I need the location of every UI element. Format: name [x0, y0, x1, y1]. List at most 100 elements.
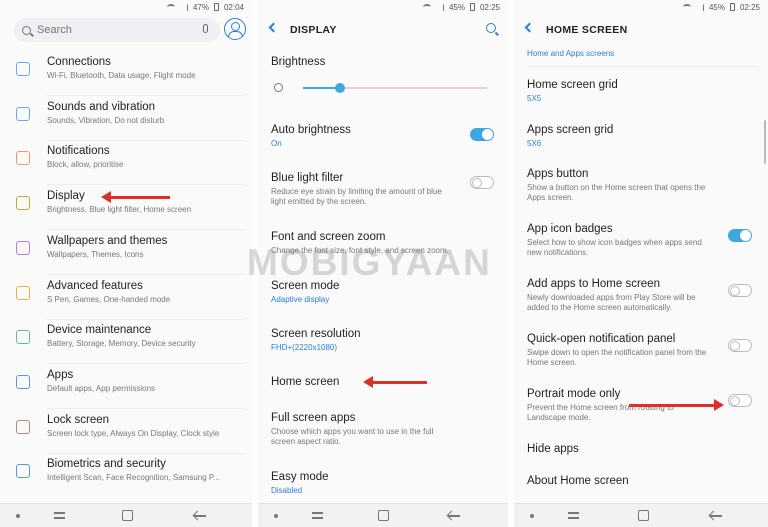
navigation-bar: [514, 503, 768, 527]
navigation-bar: [0, 503, 252, 527]
display-item-screen-mode[interactable]: Screen mode Adaptive display: [258, 280, 508, 320]
home-screen-item-title: Home screen grid: [527, 79, 618, 91]
recent-apps-icon[interactable]: [568, 511, 579, 520]
settings-item-sounds-and-vibration[interactable]: Sounds and vibration Sounds, Vibration, D…: [0, 97, 252, 141]
back-icon[interactable]: [194, 510, 206, 522]
back-arrow-icon[interactable]: [524, 22, 535, 33]
status-bar: 47% 02:04: [0, 0, 252, 14]
home-screen-item-subtitle: Select how to show icon badges when apps…: [527, 238, 702, 257]
display-icon: [16, 196, 30, 211]
home-icon[interactable]: [378, 510, 389, 521]
battery-percent: 45%: [708, 2, 725, 12]
settings-item-device-maintenance[interactable]: Device maintenance Battery, Storage, Memo…: [0, 320, 252, 365]
display-header: DISPLAY: [258, 20, 508, 40]
wifi-icon: [166, 4, 175, 10]
home-screen-item-switch[interactable]: [728, 394, 752, 407]
display-item-title: Home screen: [271, 376, 340, 388]
home-icon[interactable]: [638, 510, 649, 521]
clock: 02:25: [739, 2, 760, 12]
recent-apps-icon[interactable]: [312, 511, 323, 520]
battery-percent: 47%: [192, 2, 209, 12]
home-screen-item-app-icon-badges[interactable]: App icon badges Select how to show icon b…: [514, 223, 768, 263]
settings-item-subtitle: Block, allow, prioritise: [47, 160, 124, 170]
display-item-subtitle: Adaptive display: [271, 295, 330, 304]
back-icon[interactable]: [448, 510, 460, 522]
search-input[interactable]: [37, 24, 177, 36]
gear-plus-icon: [16, 285, 30, 300]
home-screen-item-apps-screen-grid[interactable]: Apps screen grid 5X6: [514, 124, 768, 164]
home-screen-item-switch[interactable]: [728, 284, 752, 297]
home-screen-item-title: Apps screen grid: [527, 124, 614, 136]
account-avatar-icon[interactable]: [224, 18, 246, 40]
settings-item-title: Biometrics and security: [47, 458, 166, 471]
home-screen-item-quick-open-notification-panel[interactable]: Quick-open notification panel Swipe down …: [514, 333, 768, 373]
recent-apps-icon[interactable]: [54, 511, 65, 520]
home-screen-item-home-screen-grid[interactable]: Home screen grid 5X5: [514, 79, 768, 119]
settings-item-title: Notifications: [47, 145, 110, 158]
nav-dot-icon[interactable]: [16, 514, 20, 518]
display-item-blue-light-filter[interactable]: Blue light filter Reduce eye strain by li…: [258, 172, 508, 212]
settings-panel: 47% 02:04 Connections Wi-Fi, Bluetooth, D…: [0, 0, 252, 527]
brightness-slider-handle[interactable]: [334, 83, 345, 93]
status-bar: 45% 02:25: [258, 0, 508, 14]
settings-item-subtitle: Wallpapers, Themes, Icons: [47, 249, 144, 259]
settings-item-apps[interactable]: Apps Default apps, App permissions: [0, 365, 252, 409]
home-screen-item-switch[interactable]: [728, 339, 752, 352]
sound-icon: [16, 106, 30, 121]
brightness-slider[interactable]: [303, 83, 487, 93]
home-screen-item-switch[interactable]: [728, 229, 752, 242]
clock: 02:25: [479, 2, 500, 12]
battery-percent: 45%: [448, 2, 465, 12]
home-screen-item-portrait-mode-only[interactable]: Portrait mode only Prevent the Home scree…: [514, 388, 768, 428]
settings-search-bar[interactable]: [14, 18, 220, 42]
battery-icon: [213, 3, 219, 11]
settings-item-title: Wallpapers and themes: [47, 234, 168, 247]
settings-item-biometrics-and-security[interactable]: Biometrics and security Intelligent Scan,…: [0, 454, 252, 498]
display-item-title: Auto brightness: [271, 124, 351, 136]
display-item-auto-brightness[interactable]: Auto brightness On: [258, 124, 508, 164]
microphone-icon[interactable]: [203, 24, 208, 33]
display-item-subtitle: Reduce eye strain by limiting the amount…: [271, 187, 442, 206]
apps-grid-icon: [16, 374, 30, 389]
battery-icon: [469, 3, 475, 11]
navigation-bar: [258, 503, 508, 527]
back-icon[interactable]: [710, 510, 722, 522]
back-arrow-icon[interactable]: [268, 22, 279, 33]
signal-icon: [436, 3, 444, 11]
home-icon[interactable]: [122, 510, 133, 521]
display-item-full-screen-apps[interactable]: Full screen apps Choose which apps you wa…: [258, 412, 508, 452]
brightness-slider-row: [271, 80, 495, 96]
home-screen-item-title: Apps button: [527, 168, 589, 180]
settings-item-lock-screen[interactable]: Lock screen Screen lock type, Always On D…: [0, 410, 252, 454]
settings-item-subtitle: Screen lock type, Always On Display, Clo…: [47, 428, 220, 438]
home-screen-item-subtitle: Show a button on the Home screen that op…: [527, 183, 706, 202]
settings-item-advanced-features[interactable]: Advanced features S Pen, Games, One-hande…: [0, 276, 252, 320]
settings-item-title: Connections: [47, 56, 111, 68]
settings-item-wallpapers-and-themes[interactable]: Wallpapers and themes Wallpapers, Themes,…: [0, 231, 252, 275]
home-screen-item-subtitle: 5X6: [527, 139, 542, 148]
settings-item-connections[interactable]: Connections Wi-Fi, Bluetooth, Data usage,…: [0, 52, 252, 96]
home-screen-layout-value: Home and Apps screens: [527, 49, 615, 58]
annotation-arrow-home-screen: [363, 376, 427, 388]
settings-item-display[interactable]: Display Brightness, Blue light filter, Ho…: [0, 186, 252, 231]
display-item-title: Easy mode: [271, 471, 329, 483]
home-screen-panel: 45% 02:25 HOME SCREEN Home and Apps scre…: [514, 0, 768, 527]
home-screen-item-title: Quick-open notification panel: [527, 333, 676, 345]
signal-icon: [180, 3, 188, 11]
lock-icon: [16, 419, 30, 434]
brightness-sun-icon: [274, 83, 283, 92]
display-item-switch[interactable]: [470, 128, 494, 141]
search-icon[interactable]: [486, 23, 496, 33]
home-screen-item-add-apps-to-home-screen[interactable]: Add apps to Home screen Newly downloaded …: [514, 278, 768, 318]
brightness-label: Brightness: [271, 56, 326, 68]
home-screen-item-title: App icon badges: [527, 223, 613, 235]
settings-item-notifications[interactable]: Notifications Block, allow, prioritise: [0, 141, 252, 186]
display-item-screen-resolution[interactable]: Screen resolution FHD+(2220x1080): [258, 328, 508, 368]
display-item-subtitle: FHD+(2220x1080): [271, 343, 338, 352]
nav-dot-icon[interactable]: [530, 514, 534, 518]
scrollbar[interactable]: [764, 120, 766, 164]
nav-dot-icon[interactable]: [274, 514, 278, 518]
display-item-switch[interactable]: [470, 176, 494, 189]
home-screen-item-apps-button[interactable]: Apps button Show a button on the Home scr…: [514, 168, 768, 208]
display-item-title: Screen resolution: [271, 328, 361, 340]
